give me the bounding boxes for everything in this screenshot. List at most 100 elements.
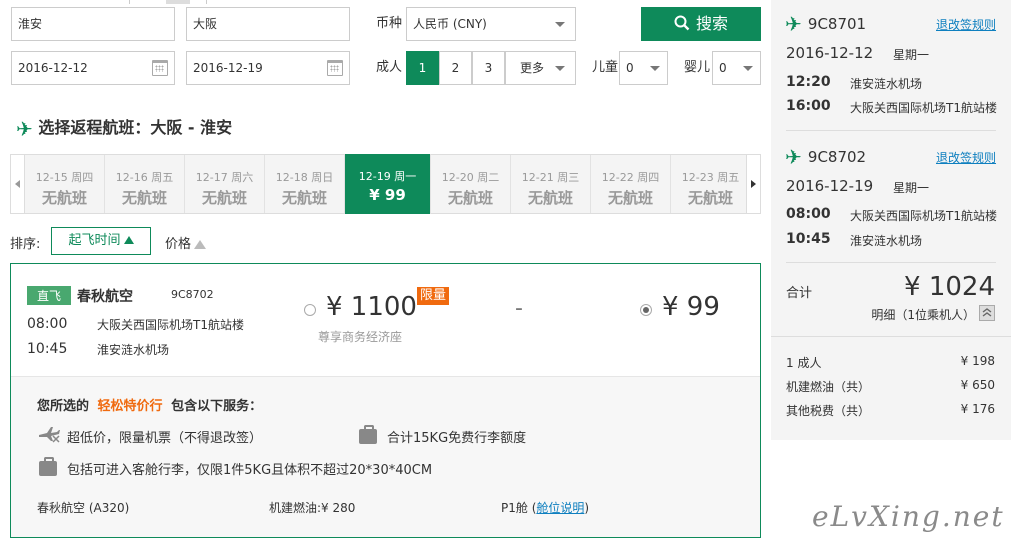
- date-tab-date: 12-20 周二: [441, 171, 500, 184]
- cabin-code: P1舱: [501, 501, 528, 515]
- date-tab-date: 12-15 周四: [35, 171, 94, 184]
- flight-card: 直飞 春秋航空 9C8702 08:00 大阪关西国际机场T1航站楼 10:45…: [10, 263, 761, 538]
- adult-count-3-button[interactable]: 3: [472, 51, 505, 85]
- from-city-value: 淮安: [18, 17, 43, 31]
- date-tab-1[interactable]: 12-16 周五 无航班: [105, 155, 185, 213]
- date-tab-price: 无航班: [121, 189, 167, 207]
- detail-label: 明细（1位乘机人）: [871, 308, 975, 322]
- date-tab-0[interactable]: 12-15 周四 无航班: [25, 155, 105, 213]
- return-flight-number: 9C8702: [807, 148, 867, 166]
- to-city-input[interactable]: 大阪: [186, 7, 350, 41]
- cabin-info-link[interactable]: 舱位说明: [536, 501, 584, 515]
- date-tab-price: 无航班: [687, 189, 733, 207]
- adult-count-2-button[interactable]: 2: [439, 51, 472, 85]
- business-class-label: 尊享商务经济座: [318, 330, 403, 344]
- search-icon: [674, 15, 690, 31]
- outbound-flight-header: ✈ 9C8701: [785, 12, 866, 36]
- return-weekday: 星期一: [893, 181, 930, 195]
- airplane-icon: ✈: [785, 12, 802, 36]
- outbound-flight-number: 9C8701: [807, 15, 867, 33]
- collapse-details-button[interactable]: [979, 305, 995, 321]
- sort-price-label: 价格: [165, 237, 192, 252]
- date-tab-date: 12-21 周三: [521, 171, 580, 184]
- adult-count-1-button[interactable]: 1: [406, 51, 439, 85]
- search-button[interactable]: 搜索: [641, 7, 761, 41]
- flight-number: 9C8702: [171, 288, 214, 301]
- date-tab-2[interactable]: 12-17 周六无航班: [185, 155, 265, 213]
- fee-row-label: 1 成人: [786, 356, 822, 370]
- return-dep-time: 08:00: [786, 206, 831, 222]
- business-fare-radio[interactable]: [304, 304, 316, 316]
- fee-row-label: 机建燃油（共）: [786, 380, 871, 394]
- more-adults-select[interactable]: 更多: [505, 51, 576, 85]
- date-tab-price: 无航班: [201, 189, 247, 207]
- date-tab-7[interactable]: 12-22 周四 无航班: [591, 155, 671, 213]
- infant-label: 婴儿: [684, 60, 711, 75]
- dep-time: 08:00: [27, 316, 68, 332]
- chevron-down-icon: [555, 22, 565, 27]
- return-dep-airport: 大阪关西国际机场T1航站楼: [850, 209, 997, 223]
- services-heading: 您所选的 轻松特价行 包含以下服务：: [37, 395, 262, 414]
- date-selector-bar: 12-15 周四 无航班 12-16 周五 无航班 12-17 周六 无航班 12-18 周…: [10, 154, 761, 214]
- fuel-fee: 机建燃油:¥ 280: [269, 501, 356, 515]
- currency-select[interactable]: 人民币 (CNY): [406, 7, 576, 41]
- sort-price-button[interactable]: 价格: [165, 233, 207, 252]
- direct-badge: 直飞: [27, 286, 72, 305]
- chevron-right-icon: [751, 180, 756, 188]
- limited-badge: 限量: [417, 287, 450, 305]
- date-tab-date: 12-18 周日: [275, 171, 334, 184]
- outbound-dep-airport: 淮安涟水机场: [850, 77, 923, 91]
- date-tab-date: 12-19 周一: [358, 170, 417, 183]
- outbound-rules-link[interactable]: 退改签规则: [936, 16, 996, 33]
- date-tab-8[interactable]: 12-23 周五 无航班: [671, 155, 751, 213]
- services-prefix: 您所选的: [37, 399, 90, 414]
- arrow-up-icon: [194, 240, 207, 249]
- date-tab-price: 无航班: [607, 189, 653, 207]
- next-dates-button[interactable]: [746, 155, 760, 213]
- child-select[interactable]: 0: [619, 51, 668, 85]
- airline-name: 春秋航空: [77, 289, 133, 305]
- chevron-down-icon: [555, 66, 565, 71]
- return-rules-link[interactable]: 退改签规则: [936, 149, 996, 166]
- return-date-value: 2016-12-19: [193, 61, 263, 75]
- depart-date-value: 2016-12-12: [18, 61, 88, 75]
- outbound-date: 2016-12-12: [786, 44, 874, 62]
- sort-departure-button[interactable]: 起飞时间: [51, 227, 151, 255]
- date-tab-price: 无航班: [527, 189, 573, 207]
- return-date-input[interactable]: 2016-12-19: [186, 51, 350, 85]
- economy-fare-radio[interactable]: [640, 304, 652, 316]
- return-flight-header: ✈ 9C8702: [785, 145, 866, 169]
- service-baggage: 合计15KG免费行李额度: [387, 431, 527, 446]
- date-tab-5[interactable]: 12-20 周二 无航班: [431, 155, 511, 213]
- date-tab-3[interactable]: 12-18 周日无航班: [265, 155, 345, 213]
- fee-row-value: ¥ 198: [960, 354, 995, 368]
- prev-dates-button[interactable]: [11, 155, 25, 213]
- depart-date-input[interactable]: 2016-12-12: [11, 51, 175, 85]
- divider-tick: [129, 0, 130, 4]
- infant-select[interactable]: 0: [712, 51, 761, 85]
- airplane-icon: ✈: [16, 116, 33, 141]
- divider: [771, 336, 1011, 337]
- date-tab-6[interactable]: 12-21 周三无航班: [511, 155, 591, 213]
- date-tab-price: 无航班: [281, 189, 327, 207]
- outbound-arr-time: 16:00: [786, 98, 831, 114]
- more-label: 更多: [520, 61, 545, 75]
- date-tab-date: 12-17 周六: [195, 171, 254, 184]
- total-price: ¥ 1024: [904, 272, 995, 302]
- child-label: 儿童: [592, 60, 619, 75]
- from-city-input[interactable]: 淮安: [11, 7, 175, 41]
- currency-label: 币种: [376, 16, 403, 31]
- dep-airport: 大阪关西国际机场T1航站楼: [97, 318, 244, 332]
- divider: [786, 130, 996, 131]
- arr-airport: 淮安涟水机场: [97, 343, 170, 357]
- outbound-weekday: 星期一: [893, 48, 930, 62]
- chevron-up-icon: [982, 308, 992, 317]
- currency-value: 人民币 (CNY): [413, 17, 487, 31]
- calendar-icon: [152, 60, 168, 76]
- outbound-dep-time: 12:20: [786, 74, 831, 90]
- section-title-text: 选择返程航班：大阪 - 淮安: [38, 118, 233, 137]
- infant-value: 0: [719, 61, 727, 75]
- date-tab-4[interactable]: 12-19 周一 ¥ 99: [345, 154, 431, 214]
- fee-row-label: 其他税费（共）: [786, 404, 871, 418]
- child-value: 0: [626, 61, 634, 75]
